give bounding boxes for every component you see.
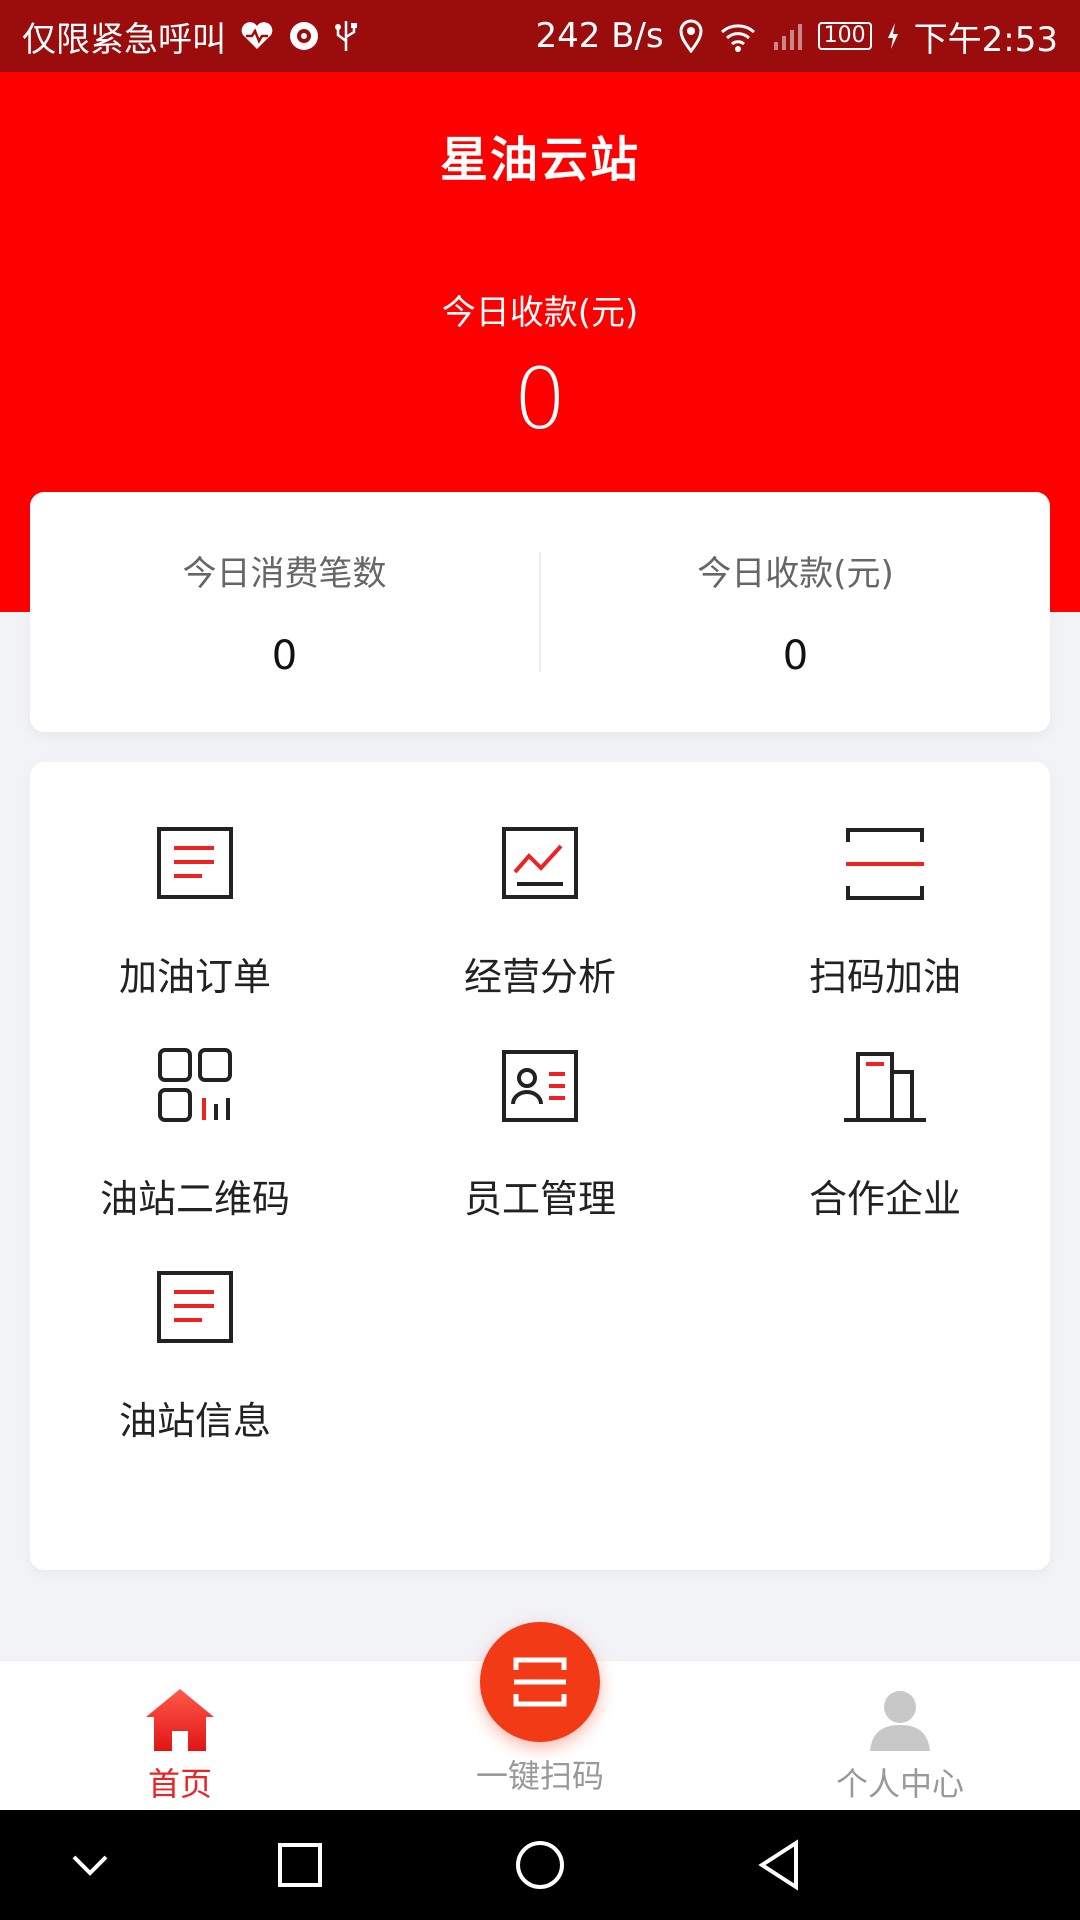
menu-item-station-info[interactable]: 油站信息 xyxy=(30,1264,360,1464)
document-lines-icon xyxy=(157,827,233,899)
usb-icon xyxy=(334,19,358,53)
scan-frame-icon xyxy=(513,1657,567,1707)
stat-receipts: 今日收款(元) 0 xyxy=(541,546,1050,679)
menu-item-staff-management[interactable]: 员工管理 xyxy=(375,1042,705,1242)
chevron-down-icon[interactable] xyxy=(60,1835,120,1895)
scan-frame-icon xyxy=(846,828,924,900)
menu-item-partner-companies[interactable]: 合作企业 xyxy=(720,1042,1050,1242)
battery-icon: 100 xyxy=(817,22,872,50)
stats-card: 今日消费笔数 0 今日收款(元) 0 xyxy=(30,492,1050,732)
wifi-icon xyxy=(718,20,758,52)
today-receipts-label: 今日收款(元) xyxy=(441,293,639,333)
heart-rate-icon xyxy=(240,21,274,51)
back-triangle-icon[interactable] xyxy=(750,1835,810,1895)
tab-profile[interactable]: 个人中心 xyxy=(720,1661,1080,1811)
location-icon xyxy=(678,19,704,53)
qr-code-icon xyxy=(158,1048,232,1122)
stat-consume-label: 今日消费笔数 xyxy=(182,553,387,594)
menu-label: 油站信息 xyxy=(118,1399,271,1443)
record-icon xyxy=(288,20,320,52)
menu-item-business-analysis[interactable]: 经营分析 xyxy=(375,820,705,1020)
menu-label: 扫码加油 xyxy=(808,955,961,999)
menu-item-fuel-orders[interactable]: 加油订单 xyxy=(30,820,360,1020)
menu-label: 经营分析 xyxy=(463,955,616,999)
home-icon xyxy=(146,1689,214,1751)
stat-consume-count: 今日消费笔数 0 xyxy=(30,546,539,679)
menu-label: 合作企业 xyxy=(808,1177,961,1221)
stat-receipt-label: 今日收款(元) xyxy=(697,553,894,594)
stat-receipt-value: 0 xyxy=(782,632,809,679)
charging-icon xyxy=(886,22,900,50)
recents-square-icon[interactable] xyxy=(270,1835,330,1895)
status-bar: 仅限紧急呼叫 242 B/s 100 下午2:53 xyxy=(0,0,1080,72)
tab-profile-label: 个人中心 xyxy=(835,1765,964,1803)
menu-label: 员工管理 xyxy=(463,1177,616,1221)
home-circle-icon[interactable] xyxy=(510,1835,570,1895)
menu-card: 加油订单 经营分析 扫码加油 油站二维码 员工管理 合作企业 油站信息 xyxy=(30,762,1050,1570)
clock: 下午2:53 xyxy=(913,19,1058,60)
scan-fab-button[interactable] xyxy=(480,1622,600,1742)
carrier-text: 仅限紧急呼叫 xyxy=(22,19,226,60)
document-lines-icon xyxy=(157,1271,233,1343)
line-chart-icon xyxy=(502,827,578,899)
menu-label: 油站二维码 xyxy=(99,1177,290,1221)
tab-home[interactable]: 首页 xyxy=(0,1661,360,1811)
tab-scan-label: 一键扫码 xyxy=(475,1757,604,1795)
menu-item-station-qrcode[interactable]: 油站二维码 xyxy=(30,1042,360,1242)
user-icon xyxy=(870,1691,930,1751)
tab-home-label: 首页 xyxy=(147,1765,212,1803)
building-icon xyxy=(844,1052,926,1122)
today-receipts-value: 0 xyxy=(513,350,567,448)
id-card-icon xyxy=(502,1050,578,1122)
network-speed: 242 B/s xyxy=(535,16,664,56)
menu-label: 加油订单 xyxy=(118,955,271,999)
page-title: 星油云站 xyxy=(439,132,640,188)
stat-consume-value: 0 xyxy=(271,632,298,679)
signal-icon xyxy=(772,20,804,52)
system-nav-bar xyxy=(0,1810,1080,1920)
menu-item-scan-fuel[interactable]: 扫码加油 xyxy=(720,820,1050,1020)
